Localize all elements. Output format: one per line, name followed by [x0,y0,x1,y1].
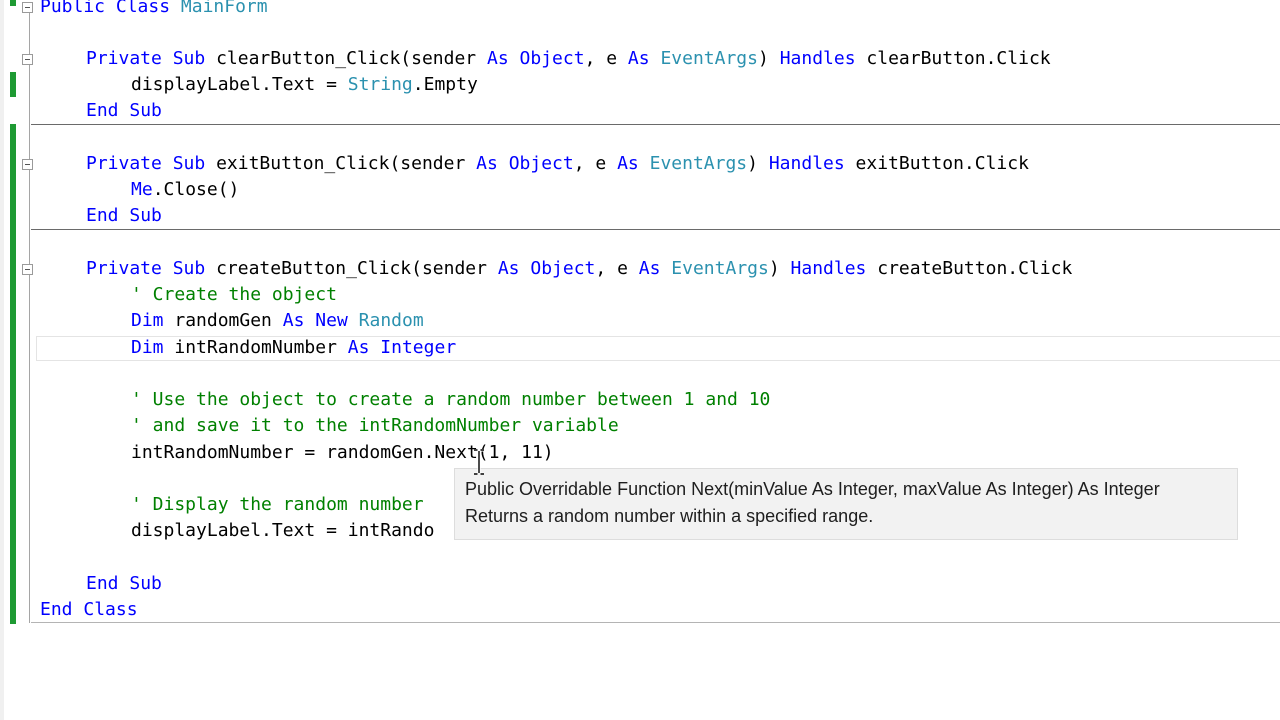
method-separator [31,124,1280,125]
keyword: Sub [172,48,206,69]
collapse-icon[interactable] [22,264,33,275]
code-text: displayLabel.Text = [131,74,348,95]
keyword: End [86,205,119,226]
keyword: End [86,100,119,121]
collapse-icon[interactable] [22,159,33,170]
type-name: Random [358,310,424,331]
code-text: createButton.Click [877,258,1073,279]
text-cursor-icon [474,449,484,475]
change-indicator [10,0,16,6]
collapse-icon[interactable] [22,2,33,13]
code-text: ) [758,48,769,69]
keyword: End [86,573,119,594]
code-line[interactable]: Private Sub exitButton_Click(sender As O… [86,151,1029,177]
keyword: As [347,337,370,358]
keyword: Public [40,0,106,17]
keyword: Handles [779,48,856,69]
keyword: Sub [129,573,162,594]
keyword: As [476,153,498,174]
editor-bottom-border [31,622,1280,623]
editor-margin [0,0,4,720]
code-line[interactable]: Public Class MainForm [40,0,268,20]
code-editor[interactable]: Public Class MainForm Private Sub clearB… [0,0,1280,720]
keyword: As [617,153,639,174]
class-name: MainForm [180,0,268,17]
code-line[interactable]: End Sub [86,98,162,124]
comment-line[interactable]: ' Display the random number [131,492,424,518]
code-line[interactable]: Me.Close() [131,177,239,203]
keyword: Private [86,153,162,174]
keyword: Class [115,0,171,17]
method-separator [31,229,1280,230]
type-name: EventArgs [649,153,748,174]
keyword: Handles [768,153,845,174]
code-text: , e [595,258,628,279]
keyword: As [638,258,661,279]
method-signature: clearButton_Click(sender [216,48,477,69]
keyword: Sub [129,205,162,226]
code-line[interactable]: Dim intRandomNumber As Integer [131,335,456,361]
collapse-icon[interactable] [22,54,33,65]
keyword: Handles [790,258,867,279]
keyword: Sub [129,100,162,121]
code-line[interactable]: displayLabel.Text = String.Empty [131,72,478,98]
type-name: String [347,74,413,95]
code-text: ) [768,258,780,279]
method-signature: createButton_Click(sender [216,258,487,279]
comment-line[interactable]: ' and save it to the intRandomNumber var… [131,413,619,439]
keyword: Object [530,258,596,279]
keyword: Private [86,48,162,69]
code-text: clearButton.Click [866,48,1051,69]
tooltip-description: Returns a random number within a specifi… [465,506,874,526]
keyword: As [282,310,305,331]
keyword: Object [519,48,585,69]
keyword: Sub [172,258,206,279]
code-line[interactable]: Dim randomGen As New Random [131,308,424,334]
keyword: Integer [380,337,457,358]
comment-line[interactable]: ' Create the object [131,282,337,308]
keyword: Object [508,153,574,174]
code-line[interactable]: intRandomNumber = randomGen.Next(1, 11) [131,440,554,466]
keyword: New [315,310,348,331]
keyword: As [487,48,509,69]
quick-info-tooltip: Public Overridable Function Next(minValu… [454,468,1238,540]
code-text: .Empty [412,74,478,95]
variable-name: randomGen [174,310,272,331]
keyword: As [627,48,650,69]
change-indicator [10,124,16,624]
type-name: EventArgs [671,258,769,279]
method-signature: exitButton_Click(sender [216,153,466,174]
code-line[interactable]: Private Sub createButton_Click(sender As… [86,256,1072,282]
change-indicator [10,72,16,97]
code-line[interactable]: End Sub [86,571,162,597]
code-line[interactable]: End Sub [86,203,162,229]
keyword: Me [131,179,153,200]
code-text: .Close() [152,179,240,200]
outline-guide [29,10,30,623]
comment-line[interactable]: ' Use the object to create a random numb… [131,387,770,413]
keyword: Private [86,258,162,279]
keyword: Dim [131,337,164,358]
code-text: , e [584,48,618,69]
tooltip-signature: Public Overridable Function Next(minValu… [465,479,1160,499]
code-line[interactable]: displayLabel.Text = intRando [131,518,434,544]
keyword: Class [83,599,138,620]
type-name: EventArgs [660,48,758,69]
keyword: Dim [131,310,164,331]
keyword: End [40,599,73,620]
keyword: As [497,258,520,279]
code-text: , e [573,153,607,174]
code-text: ) [747,153,758,174]
code-text: exitButton.Click [855,153,1029,174]
variable-name: intRandomNumber [174,337,337,358]
keyword: Sub [172,153,206,174]
code-line[interactable]: End Class [40,597,138,623]
code-line[interactable]: Private Sub clearButton_Click(sender As … [86,46,1051,72]
